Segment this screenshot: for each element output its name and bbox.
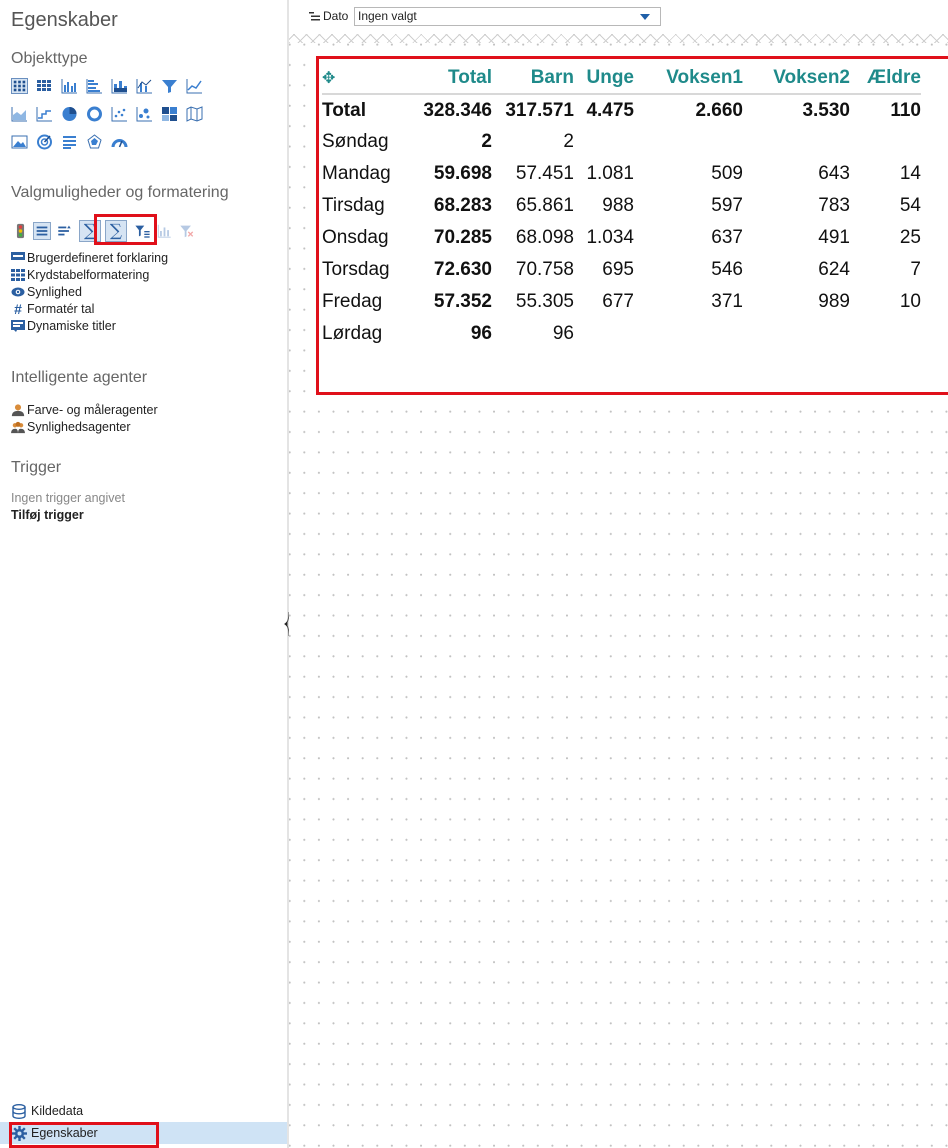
step-chart-icon[interactable] <box>36 106 53 122</box>
area-chart-icon[interactable] <box>11 106 28 122</box>
color-agents-label: Farve- og måleragenter <box>27 402 158 417</box>
crosstab-format-label: Krydstabelformatering <box>27 267 150 282</box>
filter-lines-icon <box>309 11 320 20</box>
date-filter-select[interactable]: Ingen valgt <box>354 7 661 26</box>
object-type-title: Objekttype <box>11 50 88 67</box>
align-rows-icon[interactable] <box>33 222 51 240</box>
dynamic-titles-label: Dynamiske titler <box>27 318 116 333</box>
visibility-link[interactable]: Synlighed <box>11 283 168 300</box>
agents-title: Intelligente agenter <box>11 369 148 386</box>
custom-legend-label: Brugerdefineret forklaring <box>27 250 169 265</box>
table-icon[interactable] <box>36 78 53 94</box>
agents-group-icon <box>11 420 25 433</box>
stacked-bar-icon[interactable] <box>111 78 128 94</box>
agent-icon <box>11 403 25 416</box>
legend-icon <box>11 251 25 264</box>
text-icon[interactable] <box>61 134 78 150</box>
radar-icon[interactable] <box>86 134 103 150</box>
custom-legend-link[interactable]: Brugerdefineret forklaring <box>11 249 168 266</box>
crosstab-format-link[interactable]: Krydstabelformatering <box>11 266 168 283</box>
database-icon <box>11 1103 27 1119</box>
date-filter-label: Dato <box>309 9 348 23</box>
add-trigger-link[interactable]: Tilføj trigger <box>11 508 84 522</box>
pie-chart-icon[interactable] <box>61 106 78 122</box>
format-numbers-link[interactable]: # Formatér tal <box>11 300 168 317</box>
trigger-title: Trigger <box>11 459 62 476</box>
visibility-agents-link[interactable]: Synlighedsagenter <box>11 418 158 435</box>
object-type-grid <box>11 78 207 150</box>
dynamic-titles-link[interactable]: Dynamiske titler <box>11 317 168 334</box>
speedometer-icon[interactable] <box>111 134 128 150</box>
bubble-chart-icon[interactable] <box>136 106 153 122</box>
titles-icon <box>11 319 25 332</box>
properties-panel: Egenskaber Objekttype Valgmuligheder og … <box>0 0 287 1148</box>
nav-source-data[interactable]: Kildedata <box>0 1100 287 1122</box>
image-icon[interactable] <box>11 134 28 150</box>
properties-highlight-box <box>9 1122 159 1148</box>
heatmap-icon[interactable] <box>161 106 178 122</box>
dropdown-arrow-icon <box>640 14 650 20</box>
nav-source-data-label: Kildedata <box>31 1104 84 1118</box>
options-links: Brugerdefineret forklaring Krydstabelfor… <box>11 249 168 334</box>
pivot-highlight-box <box>316 56 948 395</box>
trigger-empty-text: Ingen trigger angivet <box>11 491 125 505</box>
chart-disabled-icon <box>155 222 173 240</box>
clear-filter-disabled-icon <box>177 222 195 240</box>
visibility-agents-label: Synlighedsagenter <box>27 419 131 434</box>
combo-chart-icon[interactable] <box>136 78 153 94</box>
sigma-highlight-box <box>94 214 157 245</box>
eye-icon <box>11 285 25 298</box>
bar-chart-icon[interactable] <box>61 78 78 94</box>
color-agents-link[interactable]: Farve- og måleragenter <box>11 401 158 418</box>
grid-icon <box>11 268 25 281</box>
line-chart-icon[interactable] <box>186 78 203 94</box>
panel-title: Egenskaber <box>11 9 118 31</box>
hash-icon: # <box>14 300 22 317</box>
options-title: Valgmuligheder og formatering <box>11 184 229 201</box>
horizontal-bar-icon[interactable] <box>86 78 103 94</box>
scatter-chart-icon[interactable] <box>111 106 128 122</box>
layout-ruler <box>289 34 948 43</box>
align-columns-icon[interactable] <box>55 222 73 240</box>
format-numbers-label: Formatér tal <box>27 301 95 316</box>
map-icon[interactable] <box>186 106 203 122</box>
gauge-target-icon[interactable] <box>36 134 53 150</box>
agents-links: Farve- og måleragenter Synlighedsagenter <box>11 401 158 435</box>
filter-bar: Dato Ingen valgt <box>289 0 948 34</box>
traffic-light-icon[interactable] <box>11 222 29 240</box>
date-filter-value: Ingen valgt <box>358 9 417 23</box>
funnel-chart-icon[interactable] <box>161 78 178 94</box>
date-filter-text: Dato <box>323 9 349 23</box>
pivot-table-icon[interactable] <box>11 78 28 94</box>
donut-chart-icon[interactable] <box>86 106 103 122</box>
visibility-label: Synlighed <box>27 284 82 299</box>
